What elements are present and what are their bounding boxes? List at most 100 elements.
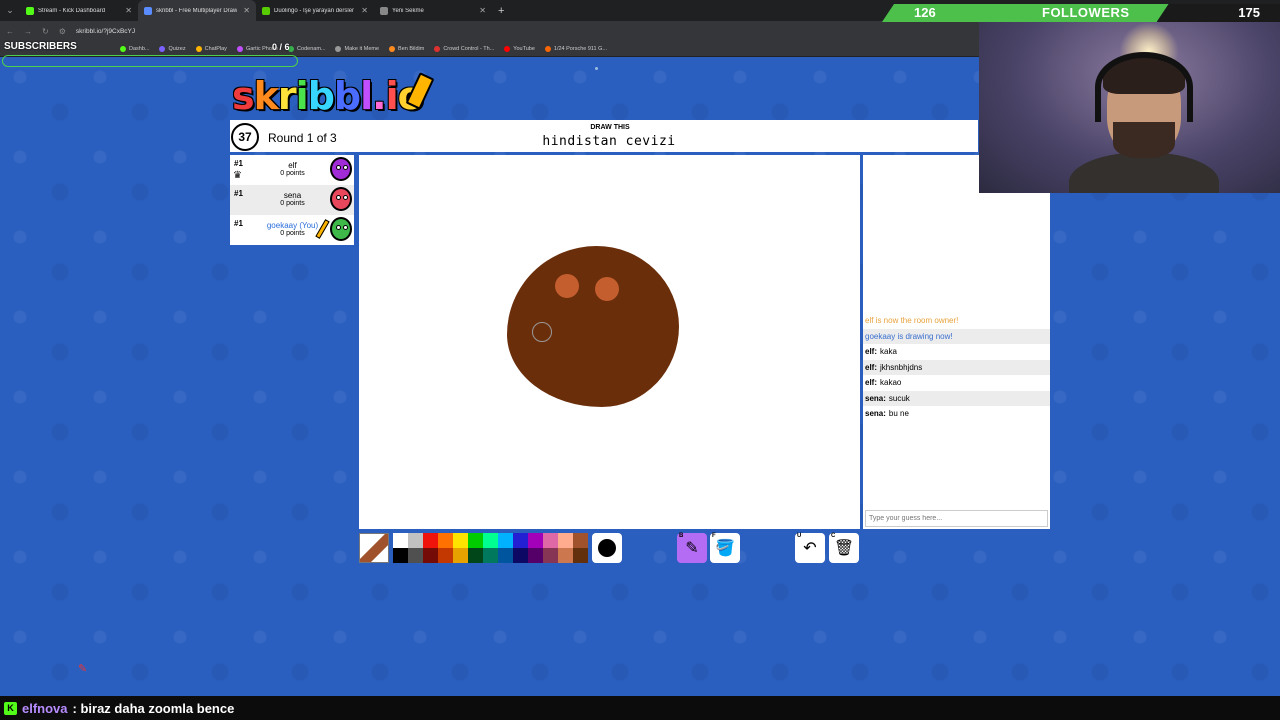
bookmark-item[interactable]: YouTube (504, 45, 535, 52)
reload-icon[interactable]: ↻ (42, 27, 49, 36)
player-row[interactable]: #1 sena 0 points (230, 185, 354, 215)
color-swatch[interactable] (513, 533, 528, 548)
trash-icon: 🗑 (833, 540, 855, 557)
pencil-icon: ✎ (685, 540, 699, 557)
color-swatch[interactable] (393, 548, 408, 563)
chat-line: elf: kaka (863, 344, 1050, 360)
browser-tab[interactable]: Duolingo - İşe yarayan dersler ✕ (256, 0, 374, 21)
color-swatch[interactable] (393, 533, 408, 548)
player-avatar (330, 217, 352, 241)
color-swatch[interactable] (468, 548, 483, 563)
color-palette (393, 533, 588, 563)
tab-close-icon[interactable]: ✕ (361, 6, 368, 15)
color-swatch[interactable] (408, 533, 423, 548)
current-color-preview (359, 533, 389, 563)
player-name: elf (288, 161, 297, 170)
color-swatch[interactable] (543, 548, 558, 563)
color-swatch[interactable] (498, 533, 513, 548)
color-swatch[interactable] (543, 533, 558, 548)
followers-track (1157, 4, 1280, 22)
browser-tab[interactable]: skribbl - Free Multiplayer Draw ✕ (138, 0, 256, 21)
bookmark-item[interactable]: ChatPlay (195, 45, 227, 52)
bookmark-item[interactable]: Make it Meme (335, 45, 380, 52)
tab-title: skribbl - Free Multiplayer Draw (156, 7, 238, 14)
player-avatar (330, 187, 352, 211)
tab-title: Stream - Kick Dashboard (38, 7, 106, 14)
browser-tab[interactable]: Stream - Kick Dashboard ✕ (20, 0, 138, 21)
address-bar: ← → ↻ ⚙ skribbl.io/?j9CxBcYJ (0, 21, 980, 41)
color-swatch[interactable] (483, 533, 498, 548)
bookmark-item[interactable]: Quizez (159, 45, 186, 52)
brush-size-button[interactable] (592, 533, 622, 563)
color-swatch[interactable] (498, 548, 513, 563)
color-swatch[interactable] (438, 548, 453, 563)
bookmark-favicon-icon (159, 45, 166, 52)
forward-arrow-icon[interactable]: → (24, 27, 32, 36)
bookmark-label: 1/24 Porsche 911 G... (553, 45, 608, 52)
fill-bucket-icon: 🪣 (715, 540, 735, 557)
bookmark-item[interactable]: Ben Bildim (389, 45, 424, 52)
brush-cursor (532, 322, 552, 342)
player-row[interactable]: #1 goekaay (You) 0 points (230, 215, 354, 245)
bookmark-item[interactable]: 1/24 Porsche 911 G... (544, 45, 608, 52)
bookmark-label: Make it Meme (344, 45, 380, 52)
back-arrow-icon[interactable]: ← (6, 27, 14, 36)
color-swatch[interactable] (408, 548, 423, 563)
undo-button[interactable]: U ↶ (795, 533, 825, 563)
player-row[interactable]: #1 ♛ elf 0 points (230, 155, 354, 185)
crown-icon: ♛ (233, 170, 242, 181)
color-swatch[interactable] (573, 548, 588, 563)
new-tab-button[interactable]: + (498, 5, 504, 17)
color-swatch[interactable] (453, 533, 468, 548)
chat-line-text: sucuk (888, 393, 910, 403)
bookmark-favicon-icon (389, 45, 396, 52)
bookmark-item[interactable]: Codenam... (288, 45, 325, 52)
tab-favicon-icon (262, 6, 270, 15)
color-swatch[interactable] (483, 548, 498, 563)
bookmark-favicon-icon (504, 45, 511, 52)
tab-list-chevron-icon[interactable]: ⌄ (0, 5, 20, 16)
chat-line-user: elf: (865, 378, 877, 388)
tab-close-icon[interactable]: ✕ (479, 6, 486, 15)
color-swatch[interactable] (558, 533, 573, 548)
webcam-feed (979, 22, 1280, 193)
chat-messages: elf is now the room owner! goekaay is dra… (863, 313, 1050, 422)
chat-line: sena: bu ne (863, 406, 1050, 422)
tab-favicon-icon (26, 6, 34, 15)
kick-logo-icon: K (4, 701, 17, 715)
followers-current: 126 (914, 5, 936, 20)
bookmark-label: Crowd Control - Th... (443, 45, 495, 52)
color-swatch[interactable] (468, 533, 483, 548)
chat-line: elf: kakao (863, 375, 1050, 391)
timer-clock-icon: 37 (231, 123, 259, 151)
chat-line-text: kaka (880, 347, 897, 357)
color-swatch[interactable] (558, 548, 573, 563)
bookmark-item[interactable]: Dashb... (120, 45, 149, 52)
skribbl-logo: skribbl.io (232, 72, 435, 118)
guess-input[interactable] (865, 510, 1048, 527)
drawing-canvas[interactable] (359, 155, 860, 529)
browser-tab[interactable]: Yeni Sekme ✕ (374, 0, 492, 21)
fill-tool-button[interactable]: F 🪣 (710, 533, 740, 563)
tab-close-icon[interactable]: ✕ (243, 6, 250, 15)
tab-close-icon[interactable]: ✕ (125, 6, 132, 15)
tab-favicon-icon (144, 6, 152, 15)
site-info-icon[interactable]: ⚙ (59, 27, 66, 36)
color-swatch[interactable] (423, 548, 438, 563)
bookmark-item[interactable]: Crowd Control - Th... (434, 45, 495, 52)
color-swatch[interactable] (438, 533, 453, 548)
tab-title: Duolingo - İşe yarayan dersler (274, 7, 355, 14)
color-swatch[interactable] (423, 533, 438, 548)
color-swatch[interactable] (528, 533, 543, 548)
bookmark-favicon-icon (195, 45, 202, 52)
clear-button[interactable]: C 🗑 (829, 533, 859, 563)
tab-favicon-icon (380, 6, 388, 15)
pencil-tool-button[interactable]: B ✎ (677, 533, 707, 563)
chat-line-text: kakao (880, 378, 902, 388)
url-field[interactable]: skribbl.io/?j9CxBcYJ (76, 28, 135, 35)
color-swatch[interactable] (513, 548, 528, 563)
color-swatch[interactable] (573, 533, 588, 548)
coconut-eye-left (555, 274, 579, 298)
color-swatch[interactable] (453, 548, 468, 563)
color-swatch[interactable] (528, 548, 543, 563)
